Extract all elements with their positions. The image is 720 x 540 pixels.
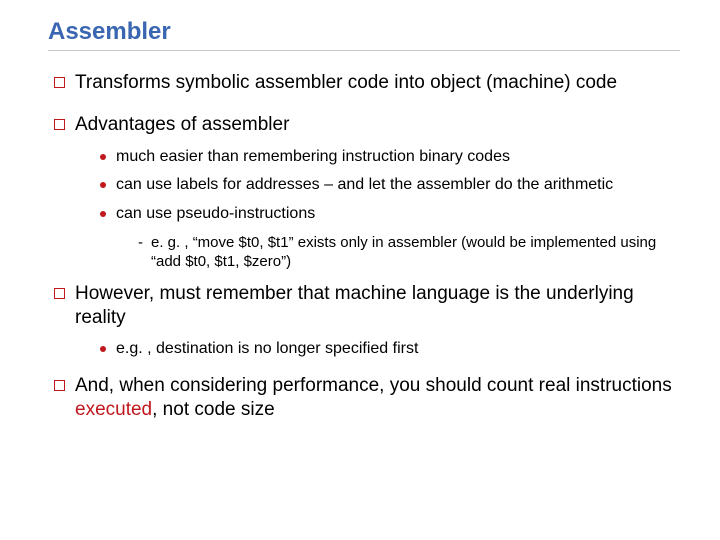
dash-bullet-icon: -: [138, 233, 143, 253]
subbullet-text: can use labels for addresses – and let t…: [116, 175, 680, 196]
square-bullet-icon: [54, 77, 65, 88]
title-rule: [48, 50, 680, 51]
bullet-text: And, when considering performance, you s…: [75, 374, 680, 422]
subsubbullet-example-move: - e. g. , “move $t0, $t1” exists only in…: [138, 233, 680, 272]
bullet-text: However, must remember that machine lang…: [75, 282, 680, 330]
bullet-text: Transforms symbolic assembler code into …: [75, 71, 680, 95]
subbullet-labels: can use labels for addresses – and let t…: [100, 175, 680, 196]
bullet-text: Advantages of assembler: [75, 113, 680, 137]
subbullet-text: much easier than remembering instruction…: [116, 147, 680, 168]
bullet-performance: And, when considering performance, you s…: [54, 374, 680, 422]
subbullet-text: can use pseudo-instructions: [116, 204, 680, 225]
square-bullet-icon: [54, 119, 65, 130]
square-bullet-icon: [54, 380, 65, 391]
subbullet-pseudo: can use pseudo-instructions: [100, 204, 680, 225]
square-bullet-icon: [54, 288, 65, 299]
subbullet-text: e.g. , destination is no longer specifie…: [116, 339, 680, 360]
dot-bullet-icon: [100, 346, 106, 352]
dot-bullet-icon: [100, 154, 106, 160]
bullet-transforms: Transforms symbolic assembler code into …: [54, 71, 680, 95]
bullet-text-post: , not code size: [152, 399, 275, 420]
dot-bullet-icon: [100, 211, 106, 217]
bullet-however: However, must remember that machine lang…: [54, 282, 680, 330]
subbullet-destination: e.g. , destination is no longer specifie…: [100, 339, 680, 360]
dot-bullet-icon: [100, 182, 106, 188]
slide-title: Assembler: [48, 18, 680, 46]
subsubbullet-text: e. g. , “move $t0, $t1” exists only in a…: [151, 233, 680, 272]
slide: Assembler Transforms symbolic assembler …: [0, 0, 720, 540]
subbullet-easier: much easier than remembering instruction…: [100, 147, 680, 168]
bullet-text-executed: executed: [75, 399, 152, 420]
bullet-advantages: Advantages of assembler: [54, 113, 680, 137]
bullet-text-pre: And, when considering performance, you s…: [75, 375, 672, 396]
